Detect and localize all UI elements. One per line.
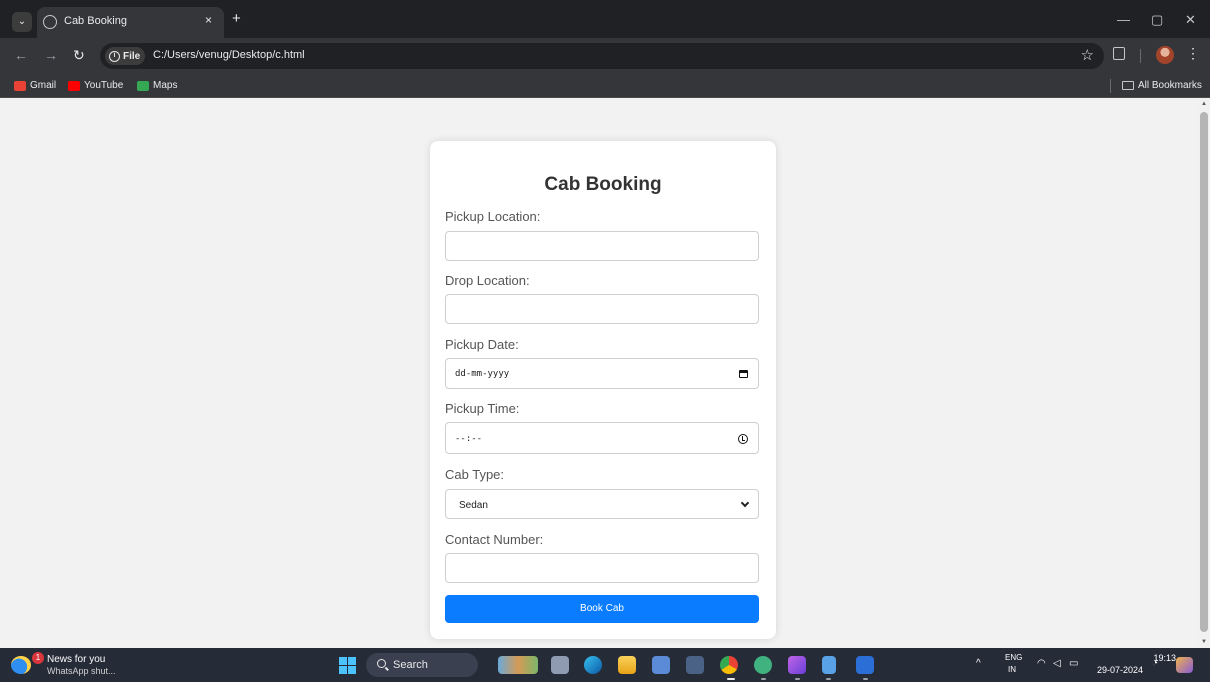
- app-indicator: [826, 678, 831, 680]
- bookmark-label: Gmail: [30, 80, 57, 91]
- pickup-location-label: Pickup Location:: [445, 209, 541, 224]
- drop-location-input[interactable]: [445, 294, 759, 324]
- clock-time[interactable]: 19:13: [1125, 653, 1176, 663]
- clock-icon[interactable]: [738, 434, 748, 444]
- language-indicator[interactable]: ENG: [1005, 653, 1022, 662]
- bookmarks-bar: Gmail YouTube Maps All Bookmarks: [0, 74, 1210, 98]
- active-app-indicator: [727, 678, 735, 680]
- file-label: File: [123, 50, 141, 62]
- gmail-icon: [14, 80, 26, 91]
- scroll-thumb[interactable]: [1200, 112, 1208, 632]
- star-icon[interactable]: ☆: [1081, 46, 1094, 64]
- cab-type-selected-value: Sedan: [459, 500, 488, 511]
- page-title: Cab Booking: [544, 174, 662, 195]
- search-icon: [377, 659, 386, 668]
- pickup-time-placeholder: --:--: [455, 434, 483, 444]
- address-bar[interactable]: i File C:/Users/venug/Desktop/c.html ☆: [100, 43, 1104, 69]
- windows-taskbar: 1 News for you WhatsApp shut... Search ^…: [0, 648, 1210, 682]
- pickup-date-label: Pickup Date:: [445, 337, 519, 352]
- info-icon: i: [109, 50, 120, 62]
- taskbar-search[interactable]: Search: [366, 653, 478, 677]
- pickup-time-label: Pickup Time:: [445, 401, 520, 416]
- contact-number-input[interactable]: [445, 553, 759, 583]
- url-text: C:/Users/venug/Desktop/c.html: [153, 49, 305, 61]
- folder-icon: [1122, 81, 1134, 90]
- youtube-icon: [68, 80, 80, 91]
- cab-type-select[interactable]: Sedan: [445, 489, 759, 519]
- file-explorer-icon[interactable]: [618, 656, 636, 674]
- widgets-game-icon[interactable]: [498, 656, 538, 674]
- restore-icon[interactable]: ▢: [1151, 12, 1163, 28]
- cab-type-label: Cab Type:: [445, 467, 505, 482]
- file-card-icon[interactable]: [551, 656, 569, 674]
- scroll-up-icon[interactable]: ▲: [1201, 101, 1207, 107]
- browser-toolbar: ← → ↻ i File C:/Users/venug/Desktop/c.ht…: [0, 38, 1210, 74]
- all-bookmarks-button[interactable]: All Bookmarks: [1122, 80, 1202, 91]
- site-info-chip[interactable]: i File: [105, 47, 146, 65]
- bookmark-maps[interactable]: Maps: [137, 80, 177, 91]
- bookmark-label: Maps: [153, 80, 178, 91]
- notepad-icon[interactable]: [822, 656, 836, 674]
- windows-start-icon[interactable]: [339, 657, 356, 674]
- chevron-down-icon: [740, 498, 750, 508]
- pickup-time-input[interactable]: --:--: [445, 422, 759, 454]
- clock-date[interactable]: 29-07-2024: [1097, 665, 1143, 675]
- word-icon[interactable]: [856, 656, 874, 674]
- visual-studio-icon[interactable]: [788, 656, 806, 674]
- maps-icon: [137, 80, 149, 91]
- minimize-icon[interactable]: —: [1117, 12, 1130, 27]
- scroll-down-icon[interactable]: ▼: [1201, 639, 1207, 645]
- tab-cab-booking[interactable]: Cab Booking ×: [37, 7, 224, 38]
- new-tab-button[interactable]: +: [232, 10, 241, 27]
- profile-avatar[interactable]: [1156, 46, 1174, 64]
- news-widget-icon[interactable]: [11, 656, 31, 674]
- reload-icon[interactable]: ↻: [73, 47, 85, 64]
- news-badge: 1: [32, 652, 44, 664]
- app-indicator: [761, 678, 766, 680]
- drop-location-label: Drop Location:: [445, 273, 530, 288]
- copilot-icon[interactable]: [1176, 657, 1193, 673]
- chrome-alt-icon[interactable]: [754, 656, 772, 674]
- bookmark-gmail[interactable]: Gmail: [14, 80, 56, 91]
- page-viewport: Cab Booking Pickup Location: Drop Locati…: [0, 98, 1198, 648]
- calculator-icon[interactable]: [686, 656, 704, 674]
- chrome-icon[interactable]: [720, 656, 738, 674]
- news-title[interactable]: News for you: [47, 654, 105, 665]
- menu-kebab-icon[interactable]: ⋮: [1186, 45, 1200, 62]
- contact-number-label: Contact Number:: [445, 532, 544, 547]
- calendar-icon[interactable]: [739, 370, 748, 378]
- bookmark-label: YouTube: [84, 80, 124, 91]
- browser-tab-strip: ⌄ Cab Booking × + — ▢ ✕: [0, 0, 1210, 38]
- pickup-location-input[interactable]: [445, 231, 759, 261]
- bookmarks-divider: [1110, 79, 1111, 93]
- edge-icon[interactable]: [584, 656, 602, 674]
- close-window-icon[interactable]: ✕: [1185, 12, 1196, 28]
- search-label: Search: [393, 659, 428, 671]
- app-indicator: [863, 678, 868, 680]
- booking-form-card: Cab Booking Pickup Location: Drop Locati…: [430, 141, 776, 639]
- notification-bell-icon[interactable]: ◔: [1152, 658, 1158, 669]
- page-scrollbar[interactable]: ▲ ▼: [1198, 98, 1210, 648]
- tab-close-icon[interactable]: ×: [205, 13, 212, 27]
- bookmark-youtube[interactable]: YouTube: [68, 80, 123, 91]
- forward-icon[interactable]: →: [44, 47, 58, 63]
- globe-icon: [43, 15, 57, 29]
- news-subtitle[interactable]: WhatsApp shut...: [47, 666, 116, 676]
- volume-icon[interactable]: ◁: [1053, 658, 1061, 669]
- pickup-date-input[interactable]: dd-mm-yyyy: [445, 358, 759, 389]
- tab-search-button[interactable]: ⌄: [12, 12, 32, 32]
- toolbar-divider: [1140, 49, 1141, 63]
- tab-title: Cab Booking: [64, 15, 127, 27]
- teams-icon[interactable]: [652, 656, 670, 674]
- book-cab-button[interactable]: Book Cab: [445, 595, 759, 623]
- back-icon[interactable]: ←: [14, 47, 28, 63]
- all-bookmarks-label: All Bookmarks: [1138, 80, 1202, 91]
- wifi-icon[interactable]: ◠: [1037, 658, 1046, 669]
- pickup-date-placeholder: dd-mm-yyyy: [455, 369, 510, 379]
- chevron-up-icon[interactable]: ^: [976, 658, 981, 669]
- language-region[interactable]: IN: [1008, 665, 1016, 674]
- battery-icon[interactable]: ▭: [1069, 658, 1078, 669]
- extensions-icon[interactable]: [1113, 47, 1125, 60]
- app-indicator: [795, 678, 800, 680]
